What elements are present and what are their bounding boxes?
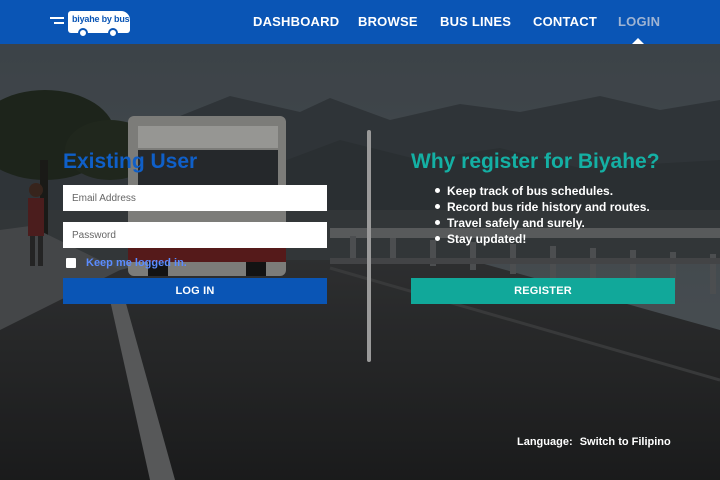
benefit-item: Travel safely and surely.	[433, 215, 650, 231]
nav-login[interactable]: LOGIN	[618, 14, 660, 32]
nav-contact[interactable]: CONTACT	[533, 14, 597, 32]
logo-wheel-icon	[108, 28, 118, 38]
language-switcher: Language: Switch to Filipino	[517, 436, 671, 448]
login-heading: Existing User	[63, 150, 198, 173]
benefit-item: Record bus ride history and routes.	[433, 199, 650, 215]
logo-text: biyahe by bus	[72, 14, 130, 24]
active-nav-caret-icon	[632, 38, 644, 44]
benefit-item: Stay updated!	[433, 231, 650, 247]
nav-browse[interactable]: BROWSE	[358, 14, 418, 32]
register-button[interactable]: REGISTER	[411, 278, 675, 304]
nav-bus-lines[interactable]: BUS LINES	[440, 14, 511, 32]
switch-to-filipino-link[interactable]: Switch to Filipino	[580, 436, 671, 448]
top-navigation-bar: biyahe by bus DASHBOARD BROWSE BUS LINES…	[0, 0, 720, 44]
logo-speed-line	[54, 22, 64, 24]
login-button[interactable]: LOG IN	[63, 278, 327, 304]
logo-wheel-icon	[78, 28, 88, 38]
benefit-item: Keep track of bus schedules.	[433, 183, 650, 199]
biyahe-logo[interactable]: biyahe by bus	[50, 9, 132, 38]
main-content: Existing User Keep me logged in. LOG IN …	[0, 44, 720, 480]
language-label: Language:	[517, 436, 573, 448]
column-divider	[367, 130, 371, 362]
register-heading: Why register for Biyahe?	[411, 150, 660, 173]
logo-speed-line	[50, 17, 64, 19]
email-field[interactable]	[63, 185, 327, 211]
keep-logged-in-checkbox[interactable]	[66, 258, 76, 268]
password-field[interactable]	[63, 222, 327, 248]
keep-logged-in-label[interactable]: Keep me logged in.	[86, 257, 187, 269]
nav-dashboard[interactable]: DASHBOARD	[253, 14, 339, 32]
benefits-list: Keep track of bus schedules. Record bus …	[433, 183, 650, 247]
